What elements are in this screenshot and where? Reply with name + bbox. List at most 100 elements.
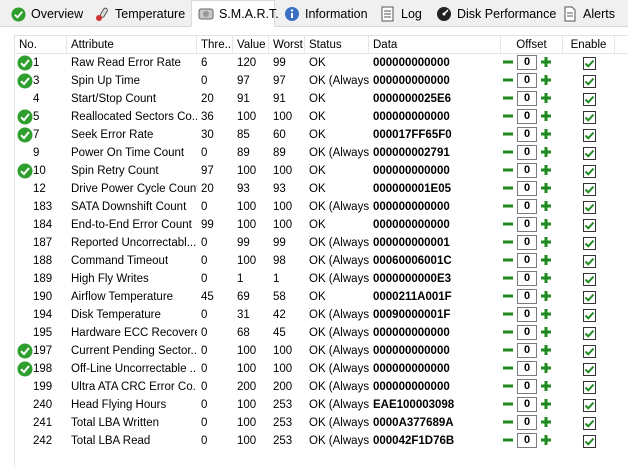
table-row[interactable]: 10 Spin Retry Count 97 100 100 OK 000000000000… — [15, 162, 628, 180]
table-row[interactable]: 242Total LBA Read0100253OK (Always...000… — [15, 432, 628, 450]
offset-plus-button[interactable] — [539, 55, 553, 69]
offset-minus-button[interactable] — [501, 361, 515, 375]
col-header-worst[interactable]: Worst — [269, 36, 305, 54]
offset-minus-button[interactable] — [501, 55, 515, 69]
offset-plus-button[interactable] — [539, 127, 553, 141]
offset-value[interactable]: 0 — [517, 199, 537, 214]
offset-plus-button[interactable] — [539, 361, 553, 375]
tab-information[interactable]: Information — [278, 2, 372, 26]
enable-checkbox[interactable] — [583, 255, 596, 268]
offset-plus-button[interactable] — [539, 397, 553, 411]
offset-value[interactable]: 0 — [517, 145, 537, 160]
table-row[interactable]: 4 Start/Stop Count 20 91 91 OK 0000000025E6 0 — [15, 90, 628, 108]
enable-checkbox[interactable] — [583, 93, 596, 106]
table-row[interactable]: 190 Airflow Temperature 45 69 58 OK 0000211A00… — [15, 288, 628, 306]
table-row[interactable]: 189High Fly Writes011OK (Always...000000… — [15, 270, 628, 288]
table-row[interactable]: 199 Ultra ATA CRC Error Co... 0 200 200 OK (A… — [15, 378, 628, 396]
col-header-threshold[interactable]: Thre... — [197, 36, 233, 54]
offset-value[interactable]: 0 — [517, 361, 537, 376]
offset-minus-button[interactable] — [501, 271, 515, 285]
table-row[interactable]: 195 Hardware ECC Recovered 0 68 45 OK (Always… — [15, 324, 628, 342]
col-header-value[interactable]: Value — [233, 36, 269, 54]
offset-value[interactable]: 0 — [517, 127, 537, 142]
enable-checkbox[interactable] — [583, 309, 596, 322]
offset-minus-button[interactable] — [501, 127, 515, 141]
offset-value[interactable]: 0 — [517, 163, 537, 178]
col-header-offset[interactable]: Offset — [501, 36, 563, 54]
offset-plus-button[interactable] — [539, 415, 553, 429]
enable-checkbox[interactable] — [583, 147, 596, 160]
offset-minus-button[interactable] — [501, 73, 515, 87]
offset-value[interactable]: 0 — [517, 55, 537, 70]
enable-checkbox[interactable] — [583, 345, 596, 358]
offset-minus-button[interactable] — [501, 217, 515, 231]
offset-value[interactable]: 0 — [517, 181, 537, 196]
table-row[interactable]: 5 Reallocated Sectors Co... 36 100 100 OK 0000… — [15, 108, 628, 126]
tab-temperature[interactable]: Temperature — [88, 2, 188, 26]
offset-plus-button[interactable] — [539, 379, 553, 393]
table-row[interactable]: 9Power On Time Count08989OK (Always...00… — [15, 144, 628, 162]
offset-minus-button[interactable] — [501, 343, 515, 357]
col-header-enable[interactable]: Enable — [563, 36, 615, 54]
table-row[interactable]: 184 End-to-End Error Count 99 100 100 OK 00000… — [15, 216, 628, 234]
offset-value[interactable]: 0 — [517, 415, 537, 430]
offset-value[interactable]: 0 — [517, 253, 537, 268]
enable-checkbox[interactable] — [583, 129, 596, 142]
tab-overview[interactable]: Overview — [4, 2, 86, 26]
enable-checkbox[interactable] — [583, 291, 596, 304]
table-row[interactable]: 194Disk Temperature03142OK (Always...000… — [15, 306, 628, 324]
tab-log[interactable]: Log — [374, 2, 428, 26]
offset-plus-button[interactable] — [539, 253, 553, 267]
enable-checkbox[interactable] — [583, 363, 596, 376]
offset-minus-button[interactable] — [501, 289, 515, 303]
offset-minus-button[interactable] — [501, 433, 515, 447]
offset-value[interactable]: 0 — [517, 271, 537, 286]
offset-minus-button[interactable] — [501, 109, 515, 123]
offset-plus-button[interactable] — [539, 271, 553, 285]
enable-checkbox[interactable] — [583, 111, 596, 124]
table-row[interactable]: 198 Off-Line Uncorrectable ... 0 100 100 OK (… — [15, 360, 628, 378]
offset-minus-button[interactable] — [501, 181, 515, 195]
enable-checkbox[interactable] — [583, 399, 596, 412]
table-row[interactable]: 187 Reported Uncorrectabl... 0 99 99 OK (Alwa… — [15, 234, 628, 252]
col-header-no[interactable]: No. — [15, 36, 67, 54]
offset-minus-button[interactable] — [501, 397, 515, 411]
offset-plus-button[interactable] — [539, 289, 553, 303]
offset-minus-button[interactable] — [501, 253, 515, 267]
offset-plus-button[interactable] — [539, 235, 553, 249]
offset-value[interactable]: 0 — [517, 307, 537, 322]
offset-plus-button[interactable] — [539, 109, 553, 123]
offset-plus-button[interactable] — [539, 307, 553, 321]
offset-minus-button[interactable] — [501, 235, 515, 249]
table-row[interactable]: 1 Raw Read Error Rate 6 120 99 OK 000000000000… — [15, 54, 628, 72]
offset-minus-button[interactable] — [501, 145, 515, 159]
offset-plus-button[interactable] — [539, 145, 553, 159]
col-header-attribute[interactable]: Attribute — [67, 36, 197, 54]
offset-value[interactable]: 0 — [517, 343, 537, 358]
offset-minus-button[interactable] — [501, 325, 515, 339]
enable-checkbox[interactable] — [583, 219, 596, 232]
col-header-status[interactable]: Status — [305, 36, 369, 54]
enable-checkbox[interactable] — [583, 183, 596, 196]
offset-value[interactable]: 0 — [517, 235, 537, 250]
offset-value[interactable]: 0 — [517, 109, 537, 124]
tab-alerts[interactable]: Alerts — [556, 2, 624, 26]
enable-checkbox[interactable] — [583, 381, 596, 394]
offset-minus-button[interactable] — [501, 415, 515, 429]
table-row[interactable]: 240 Head Flying Hours 0 100 253 OK (Always...… — [15, 396, 628, 414]
table-row[interactable]: 3Spin Up Time09797OK (Always...000000000… — [15, 72, 628, 90]
offset-value[interactable]: 0 — [517, 379, 537, 394]
offset-plus-button[interactable] — [539, 181, 553, 195]
offset-value[interactable]: 0 — [517, 289, 537, 304]
enable-checkbox[interactable] — [583, 273, 596, 286]
offset-value[interactable]: 0 — [517, 91, 537, 106]
enable-checkbox[interactable] — [583, 327, 596, 340]
table-row[interactable]: 241 Total LBA Written 0 100 253 OK (Always...… — [15, 414, 628, 432]
tab-disk-performance[interactable]: Disk Performance — [430, 2, 556, 26]
table-row[interactable]: 188Command Timeout010098OK (Always...000… — [15, 252, 628, 270]
offset-plus-button[interactable] — [539, 73, 553, 87]
offset-minus-button[interactable] — [501, 307, 515, 321]
tab-smart[interactable]: S.M.A.R.T. — [191, 0, 279, 27]
enable-checkbox[interactable] — [583, 57, 596, 70]
offset-plus-button[interactable] — [539, 325, 553, 339]
